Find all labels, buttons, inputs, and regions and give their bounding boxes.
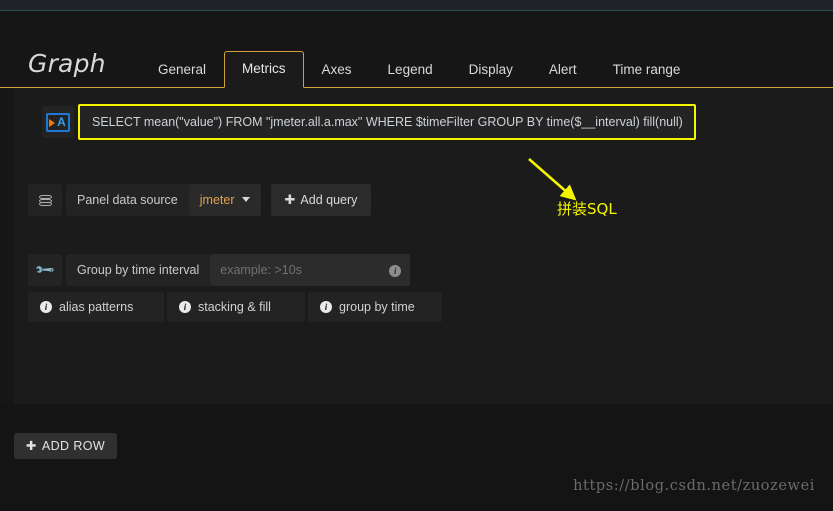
datasource-select[interactable]: jmeter <box>188 184 261 216</box>
hint-group-by-time[interactable]: i group by time <box>308 292 442 322</box>
group-by-interval-label: Group by time interval <box>66 254 211 286</box>
chevron-down-icon <box>241 197 250 203</box>
query-ref-id-badge: A <box>46 112 70 132</box>
info-icon: i <box>40 301 52 313</box>
panel-editor-tab-header: Graph General Metrics Axes Legend Displa… <box>0 11 833 88</box>
query-sql-field[interactable]: SELECT mean("value") FROM "jmeter.all.a.… <box>78 104 696 140</box>
query-sql-text: SELECT mean("value") FROM "jmeter.all.a.… <box>92 115 683 129</box>
add-row-label: ADD ROW <box>41 439 106 453</box>
watermark-url: https://blog.csdn.net/zuozewei <box>573 478 815 494</box>
database-icon <box>28 184 62 216</box>
query-ref-id-label: A <box>57 115 66 129</box>
tab-general[interactable]: General <box>140 52 224 88</box>
tab-axes[interactable]: Axes <box>304 52 370 88</box>
metrics-tab-content: A SELECT mean("value") FROM "jmeter.all.… <box>0 88 833 404</box>
panel-editor: Graph General Metrics Axes Legend Displa… <box>0 11 833 405</box>
dashboard-top-strip <box>0 0 833 11</box>
info-icon[interactable]: i <box>389 265 402 277</box>
group-by-interval-placeholder: example: >10s <box>220 263 302 277</box>
info-icon: i <box>179 301 191 313</box>
grafana-panel-editor: Graph General Metrics Axes Legend Displa… <box>0 0 833 511</box>
annotation-label: 拼装SQL <box>557 200 617 218</box>
group-by-interval-input[interactable]: example: >10s i <box>210 254 411 286</box>
tab-legend[interactable]: Legend <box>370 52 451 88</box>
panel-datasource-label: Panel data source <box>66 184 189 216</box>
add-query-label: Add query <box>300 193 358 207</box>
query-hints-row: i alias patterns i stacking & fill i gro… <box>28 292 833 322</box>
group-by-interval-row: 🔧 Group by time interval example: >10s i <box>28 254 833 286</box>
hint-alias-patterns-label: alias patterns <box>59 300 134 314</box>
tab-time-range[interactable]: Time range <box>595 52 699 88</box>
hint-group-by-time-label: group by time <box>339 300 415 314</box>
plus-icon: ✚ <box>284 192 296 207</box>
query-row-a: A SELECT mean("value") FROM "jmeter.all.… <box>42 104 833 140</box>
query-collapse-toggle[interactable]: A <box>42 106 74 138</box>
add-row-button[interactable]: ✚ ADD ROW <box>14 433 118 459</box>
tab-alert[interactable]: Alert <box>531 52 595 88</box>
hint-alias-patterns[interactable]: i alias patterns <box>28 292 164 322</box>
info-icon: i <box>320 301 332 313</box>
tab-display[interactable]: Display <box>451 52 531 88</box>
add-query-button[interactable]: ✚ Add query <box>270 184 372 216</box>
editor-tabs: General Metrics Axes Legend Display Aler… <box>140 47 699 88</box>
panel-datasource-row: Panel data source jmeter ✚ Add query <box>28 184 833 216</box>
triangle-right-icon <box>49 118 55 127</box>
hint-stacking-and-fill-label: stacking & fill <box>198 300 271 314</box>
hint-stacking-and-fill[interactable]: i stacking & fill <box>167 292 305 322</box>
page-title: Graph <box>28 49 106 78</box>
plus-icon: ✚ <box>26 439 37 453</box>
datasource-select-value: jmeter <box>199 193 235 207</box>
dashboard-add-row-zone: ✚ ADD ROW <box>0 405 833 511</box>
tab-metrics[interactable]: Metrics <box>224 51 304 88</box>
wrench-icon: 🔧 <box>28 254 62 286</box>
